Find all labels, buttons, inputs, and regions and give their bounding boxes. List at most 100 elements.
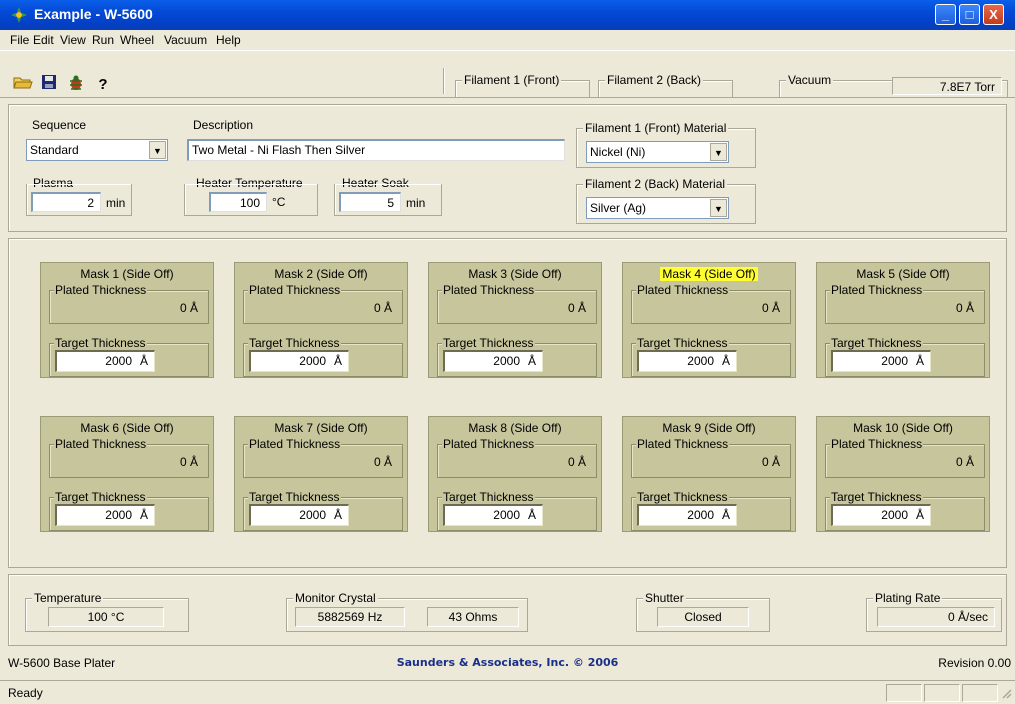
plating-rate-group: Plating Rate 0 Å/sec [866,591,1002,632]
mask-title-text: Mask 3 (Side Off) [468,267,562,281]
title-bar[interactable]: Example - W-5600 _ □ X [0,0,1015,30]
menu-file[interactable]: File [10,33,29,47]
chevron-down-icon[interactable]: ▼ [710,143,727,161]
revision: Revision 0.00 [938,656,1011,670]
plated-thickness-value: 0 Å [955,301,974,315]
menu-edit[interactable]: Edit [33,33,54,47]
plated-thickness-group: Plated Thickness 0 Å [825,283,985,324]
open-folder-icon[interactable] [12,74,34,96]
heater-temperature-field[interactable]: 100 [209,192,267,212]
mask-3-panel: Mask 3 (Side Off) Plated Thickness 0 Å Targ… [428,262,602,378]
menu-help[interactable]: Help [216,33,241,47]
target-thickness-value: 2000 [299,508,326,522]
target-thickness-group: Target Thickness 2000 Å [437,490,597,531]
filament-2-material-select[interactable]: Silver (Ag) ▼ [586,197,729,219]
target-thickness-input[interactable]: 2000 Å [249,504,349,526]
target-thickness-input[interactable]: 2000 Å [637,504,737,526]
mask-title-text: Mask 1 (Side Off) [80,267,174,281]
target-thickness-input[interactable]: 2000 Å [637,350,737,372]
target-thickness-group: Target Thickness 2000 Å [825,490,985,531]
plated-thickness-group: Plated Thickness 0 Å [631,437,791,478]
mask-7-panel: Mask 7 (Side Off) Plated Thickness 0 Å Targ… [234,416,408,532]
target-thickness-group: Target Thickness 2000 Å [243,336,403,377]
target-thickness-input[interactable]: 2000 Å [831,504,931,526]
menu-wheel[interactable]: Wheel [120,33,154,47]
target-thickness-unit: Å [915,354,924,368]
mask-5-panel: Mask 5 (Side Off) Plated Thickness 0 Å Targ… [816,262,990,378]
target-thickness-unit: Å [333,508,342,522]
plated-thickness-label: Plated Thickness [830,437,924,451]
target-thickness-group: Target Thickness 2000 Å [437,336,597,377]
mask-8-panel: Mask 8 (Side Off) Plated Thickness 0 Å Targ… [428,416,602,532]
target-thickness-value: 2000 [687,508,714,522]
target-thickness-value: 2000 [105,354,132,368]
shutter-value-box: Closed [657,607,749,627]
target-thickness-value: 2000 [687,354,714,368]
bug-icon[interactable] [65,74,87,96]
plated-thickness-group: Plated Thickness 0 Å [437,283,597,324]
target-thickness-input[interactable]: 2000 Å [443,350,543,372]
plated-thickness-label: Plated Thickness [442,437,536,451]
plated-thickness-group: Plated Thickness 0 Å [49,283,209,324]
target-thickness-group: Target Thickness 2000 Å [49,336,209,377]
filament-1-material-select[interactable]: Nickel (Ni) ▼ [586,141,729,163]
status-bar: Ready [0,680,1015,704]
maximize-button[interactable]: □ [959,4,980,25]
help-icon[interactable]: ? [92,74,114,96]
description-label: Description [193,118,254,132]
menu-vacuum[interactable]: Vacuum [164,33,207,47]
shutter-group: Shutter Closed [636,591,770,632]
temperature-label: Temperature [32,591,104,605]
plated-thickness-label: Plated Thickness [54,437,148,451]
target-thickness-input[interactable]: 2000 Å [831,350,931,372]
chevron-down-icon[interactable]: ▼ [149,141,166,159]
target-thickness-group: Target Thickness 2000 Å [631,490,791,531]
settings-panel [8,104,1007,232]
plated-thickness-label: Plated Thickness [636,283,730,297]
mask-title-text: Mask 8 (Side Off) [468,421,562,435]
target-thickness-unit: Å [721,354,730,368]
target-thickness-input[interactable]: 2000 Å [55,350,155,372]
close-button[interactable]: X [983,4,1004,25]
minimize-button[interactable]: _ [935,4,956,25]
save-icon[interactable] [38,74,60,96]
sequence-select[interactable]: Standard ▼ [26,139,168,161]
mask-6-panel: Mask 6 (Side Off) Plated Thickness 0 Å Targ… [40,416,214,532]
plated-thickness-label: Plated Thickness [54,283,148,297]
mask-1-panel: Mask 1 (Side Off) Plated Thickness 0 Å Targ… [40,262,214,378]
target-thickness-label: Target Thickness [54,490,147,504]
target-thickness-input[interactable]: 2000 Å [443,504,543,526]
target-thickness-group: Target Thickness 2000 Å [825,336,985,377]
filament-2-label: Filament 2 (Back) [605,73,704,87]
window-title: Example - W-5600 [34,6,153,22]
status-text: Ready [8,686,43,700]
menu-view[interactable]: View [60,33,86,47]
monitor-ohms-box: 43 Ohms [427,607,519,627]
monitor-crystal-group: Monitor Crystal 5882569 Hz 43 Ohms [286,591,528,632]
shutter-value: Closed [684,610,722,624]
target-thickness-input[interactable]: 2000 Å [249,350,349,372]
plasma-unit: min [106,196,126,210]
plated-thickness-value: 0 Å [373,455,392,469]
menu-run[interactable]: Run [92,33,114,47]
chevron-down-icon[interactable]: ▼ [710,199,727,217]
filament-2-indicator: Filament 2 (Back) [598,73,733,98]
target-thickness-label: Target Thickness [248,490,341,504]
plasma-field[interactable]: 2 [31,192,101,212]
sequence-label: Sequence [32,118,87,132]
monitor-crystal-label: Monitor Crystal [293,591,378,605]
description-field[interactable]: Two Metal - Ni Flash Then Silver [187,139,565,161]
plated-thickness-label: Plated Thickness [248,437,342,451]
target-thickness-label: Target Thickness [636,490,729,504]
resize-grip-icon[interactable] [1000,687,1012,701]
heater-soak-field[interactable]: 5 [339,192,401,212]
target-thickness-input[interactable]: 2000 Å [55,504,155,526]
vacuum-value: 7.8E7 Torr [939,80,995,94]
plated-thickness-value: 0 Å [567,301,586,315]
target-thickness-group: Target Thickness 2000 Å [243,490,403,531]
plated-thickness-value: 0 Å [955,455,974,469]
mask-9-panel: Mask 9 (Side Off) Plated Thickness 0 Å Targ… [622,416,796,532]
description-value: Two Metal - Ni Flash Then Silver [192,143,366,157]
monitor-hz-value: 5882569 Hz [317,610,383,624]
plating-rate-value: 0 Å/sec [947,610,988,624]
